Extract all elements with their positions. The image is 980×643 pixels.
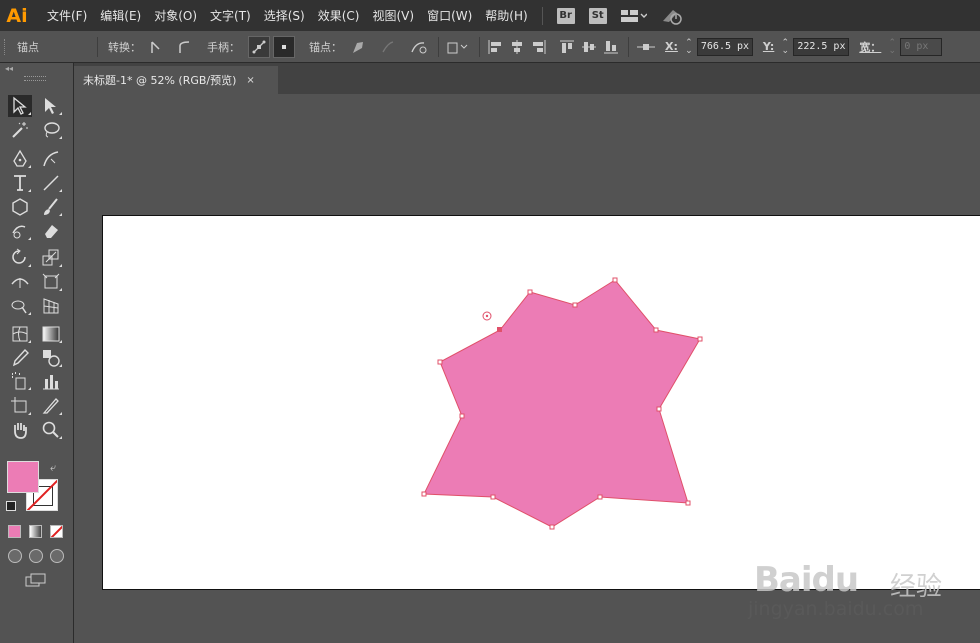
anchor-point[interactable]: [597, 494, 603, 500]
anchor-point[interactable]: [421, 491, 427, 497]
fill-swatch[interactable]: [7, 461, 39, 493]
star-shape[interactable]: [423, 279, 701, 528]
anchor-point[interactable]: [685, 500, 691, 506]
anchor-point[interactable]: [549, 524, 555, 530]
anchor-point[interactable]: [653, 327, 659, 333]
artwork-layer: [421, 277, 703, 530]
anchor-point[interactable]: [459, 413, 465, 419]
anchor-point[interactable]: [527, 289, 533, 295]
selected-anchor-point[interactable]: [497, 327, 502, 332]
anchor-point[interactable]: [572, 302, 578, 308]
anchor-point[interactable]: [490, 494, 496, 500]
center-point-icon: [482, 311, 492, 321]
anchor-point[interactable]: [612, 277, 618, 283]
anchor-point[interactable]: [437, 359, 443, 365]
anchor-point[interactable]: [656, 406, 662, 412]
anchor-point[interactable]: [697, 336, 703, 342]
